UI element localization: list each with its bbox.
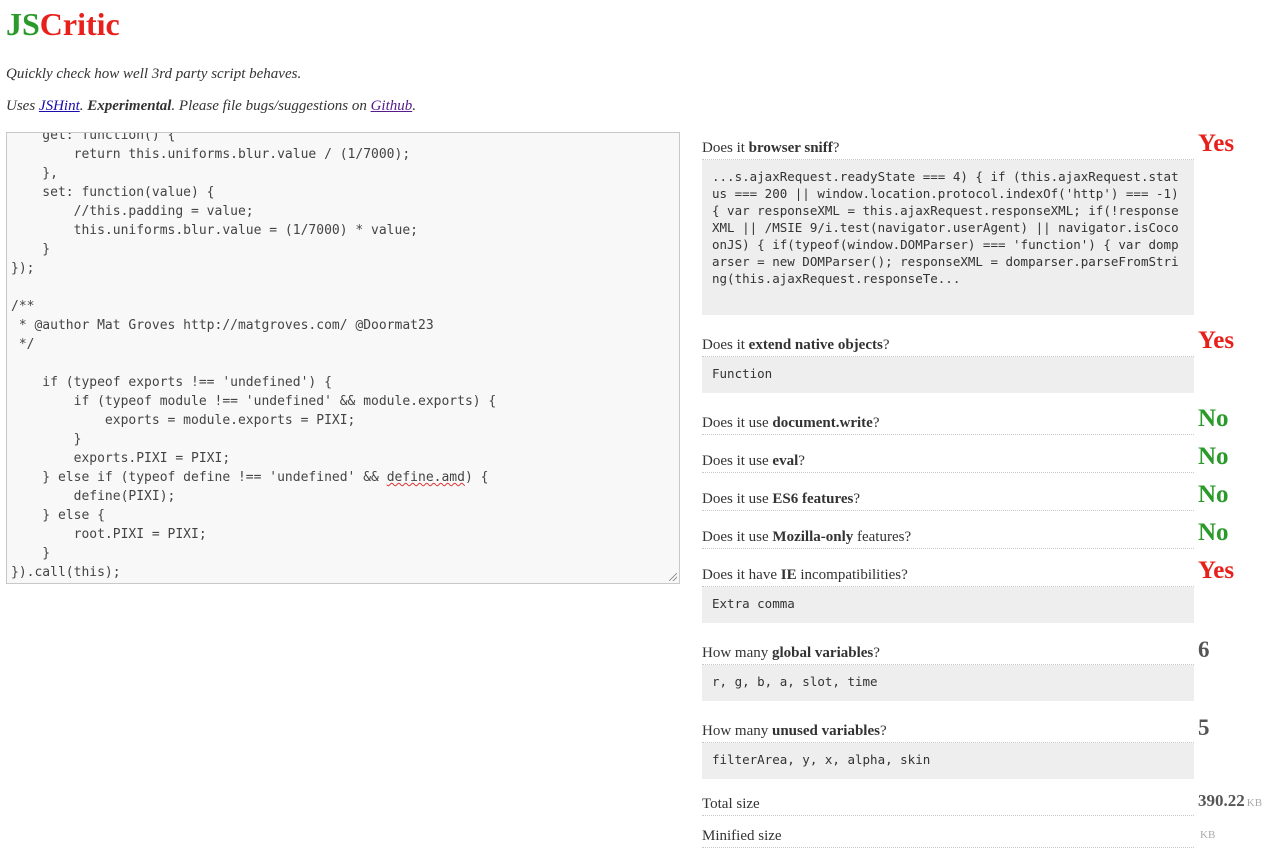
answer-document-write: No — [1198, 405, 1229, 432]
github-link[interactable]: Github — [371, 98, 413, 114]
uses-suffix: . Please file bugs/suggestions on — [171, 98, 371, 114]
answer-mozilla-only: No — [1198, 519, 1229, 546]
answer-eval: No — [1198, 443, 1229, 470]
q-text: Does it use — [702, 529, 773, 545]
code-before: get: function() { return this.uniforms.b… — [11, 132, 497, 485]
question-mozilla-only: Does it use Mozilla-only features? — [702, 527, 1194, 549]
q-text: ? — [873, 645, 880, 661]
answer-native-objects: Yes — [1198, 327, 1235, 354]
minified-size-value: KB — [1200, 829, 1215, 841]
total-size-number: 390.22 — [1198, 791, 1245, 810]
q-text: Does it use — [702, 415, 773, 431]
app-logo: JSCritic — [6, 4, 120, 44]
question-es6: Does it use ES6 features? — [702, 489, 1194, 511]
question-unused-variables: How many unused variables? — [702, 721, 1194, 743]
q-keyword: browser sniff — [748, 140, 833, 156]
jshint-link[interactable]: JSHint — [39, 98, 80, 114]
experimental-label: Experimental — [87, 98, 172, 114]
uses-prefix: Uses — [6, 98, 39, 114]
answer-ie: Yes — [1198, 557, 1235, 584]
q-text: ? — [879, 723, 887, 739]
detail-unused-variables: filterArea, y, x, alpha, skin — [702, 743, 1194, 779]
q-text: ? — [798, 453, 805, 469]
detail-ie: Extra comma — [702, 587, 1194, 623]
total-size-label: Total size — [702, 794, 1194, 816]
q-keyword: unused variables — [772, 723, 880, 739]
q-text: How many — [702, 645, 772, 661]
q-text: incompatibilities? — [796, 567, 908, 583]
q-keyword: eval — [772, 453, 799, 469]
question-global-variables: How many global variables? — [702, 643, 1194, 665]
question-browser-sniff: Does it browser sniff? — [702, 138, 1194, 160]
q-keyword: Mozilla-only — [772, 529, 854, 545]
resize-handle[interactable] — [669, 573, 677, 581]
q-keyword: ES6 features — [772, 491, 854, 507]
q-text: Does it use — [702, 491, 773, 507]
answer-es6: No — [1198, 481, 1229, 508]
question-eval: Does it use eval? — [702, 451, 1194, 473]
detail-global-variables: r, g, b, a, slot, time — [702, 665, 1194, 701]
minified-size-label: Minified size — [702, 826, 1194, 848]
question-document-write: Does it use document.write? — [702, 413, 1194, 435]
tagline: Quickly check how well 3rd party script … — [6, 66, 302, 82]
q-text: ? — [872, 415, 880, 431]
total-size-unit: KB — [1246, 797, 1263, 809]
q-text: Does it — [702, 140, 749, 156]
answer-browser-sniff: Yes — [1198, 130, 1235, 157]
q-text: Does it — [702, 337, 749, 353]
q-text: features? — [853, 529, 912, 545]
logo-critic: Critic — [39, 6, 120, 42]
total-size-value: 390.22 KB — [1198, 791, 1262, 811]
code-text[interactable]: get: function() { return this.uniforms.b… — [7, 132, 497, 582]
answer-global-variables: 6 — [1198, 637, 1210, 662]
uses-end: . — [412, 98, 416, 114]
uses-line: Uses JSHint. Experimental. Please file b… — [6, 96, 416, 116]
q-text: ? — [882, 337, 890, 353]
question-native-objects: Does it extend native objects? — [702, 335, 1194, 357]
q-text: ? — [832, 140, 840, 156]
question-ie: Does it have IE incompatibilities? — [702, 565, 1194, 587]
minified-size-unit: KB — [1200, 829, 1216, 841]
q-keyword: extend native objects — [748, 337, 883, 353]
logo-js: JS — [6, 6, 40, 42]
code-after: ) { define(PIXI); } else { root.PIXI = P… — [11, 470, 489, 580]
spellcheck-word: define.amd — [386, 470, 465, 485]
code-editor[interactable]: get: function() { return this.uniforms.b… — [6, 132, 680, 584]
q-text: ? — [853, 491, 861, 507]
detail-native-objects: Function — [702, 357, 1194, 393]
q-text: How many — [702, 723, 772, 739]
q-text: Does it use — [702, 453, 773, 469]
q-keyword: IE — [780, 567, 797, 583]
q-keyword: global variables — [772, 645, 874, 661]
answer-unused-variables: 5 — [1198, 715, 1210, 740]
q-text: Does it have — [702, 567, 781, 583]
q-keyword: document.write — [772, 415, 873, 431]
detail-browser-sniff: ...s.ajaxRequest.readyState === 4) { if … — [702, 160, 1194, 315]
